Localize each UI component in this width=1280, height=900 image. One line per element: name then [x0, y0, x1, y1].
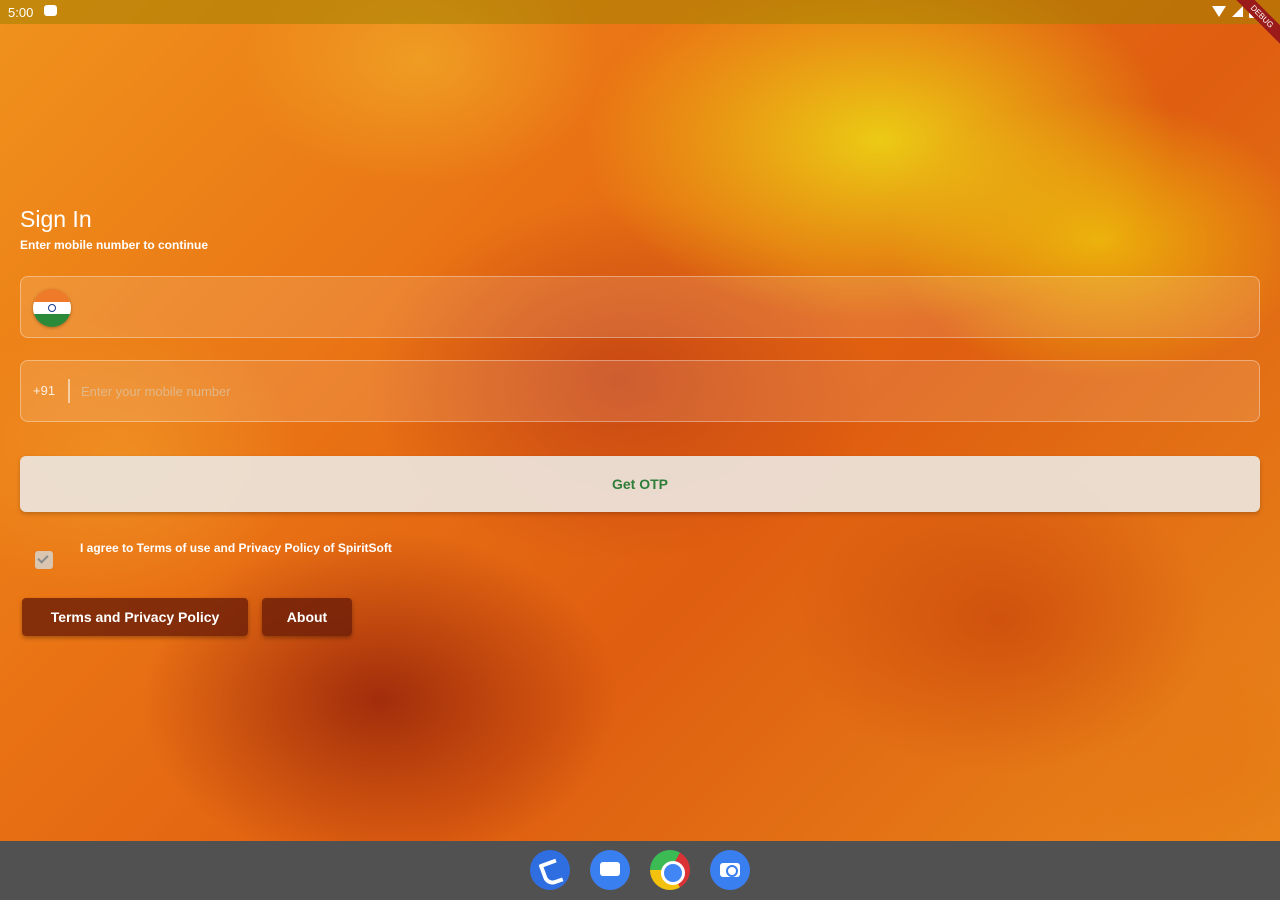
dock-apps [530, 850, 750, 890]
wifi-icon [1212, 6, 1226, 17]
camera-icon[interactable] [710, 850, 750, 890]
get-otp-button[interactable]: Get OTP [20, 456, 1260, 512]
agree-label: I agree to Terms of use and Privacy Poli… [80, 541, 392, 555]
chrome-icon[interactable] [650, 850, 690, 890]
status-bar: 5:00 [0, 0, 1280, 24]
india-flag-icon [33, 289, 71, 327]
page-title: Sign In [20, 206, 92, 232]
message-notification-icon [44, 5, 57, 16]
signal-icon [1232, 6, 1243, 17]
system-dock [0, 841, 1280, 900]
terms-privacy-button[interactable]: Terms and Privacy Policy [22, 598, 248, 636]
country-picker[interactable] [20, 276, 1260, 338]
phone-field: +91 [20, 360, 1260, 422]
page-subtitle: Enter mobile number to continue [20, 238, 209, 252]
country-code-prefix: +91 [33, 383, 56, 398]
check-icon [37, 552, 49, 564]
app-screen: 5:00 DEBUG Sign In Enter mobile number t… [0, 0, 1280, 841]
messages-icon[interactable] [590, 850, 630, 890]
agree-checkbox[interactable] [35, 551, 53, 569]
about-button[interactable]: About [262, 598, 352, 636]
status-time: 5:00 [8, 5, 34, 20]
prefix-divider [68, 379, 70, 403]
mobile-number-input[interactable] [81, 375, 1241, 407]
phone-icon[interactable] [530, 850, 570, 890]
